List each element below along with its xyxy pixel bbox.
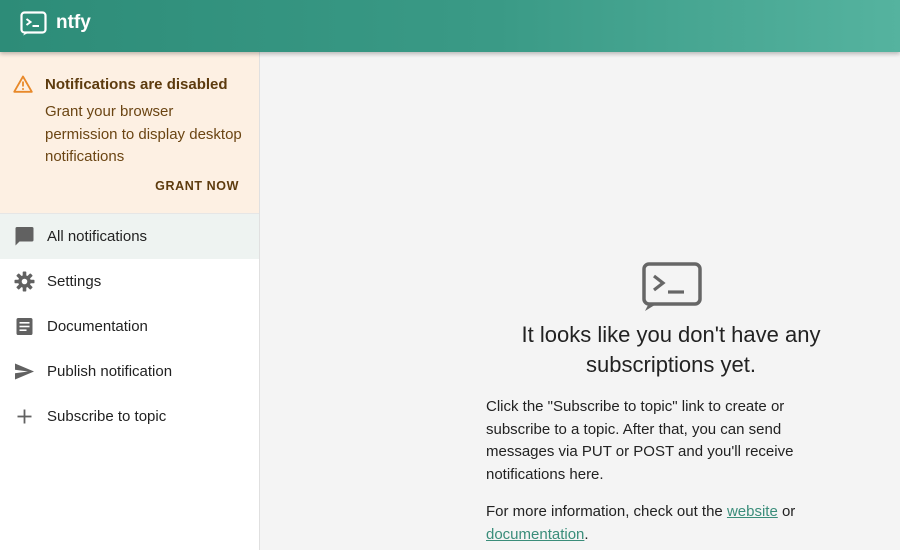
nav-documentation[interactable]: Documentation [0, 304, 259, 349]
notifications-disabled-alert: Notifications are disabled Grant your br… [0, 52, 259, 214]
alert-body: Grant your browser permission to display… [45, 103, 242, 165]
website-link[interactable]: website [727, 503, 778, 520]
gear-icon [14, 271, 35, 292]
sidebar: Notifications are disabled Grant your br… [0, 52, 260, 550]
chat-bubble-icon [15, 227, 34, 246]
terminal-icon [642, 262, 702, 311]
nav-label: Documentation [47, 318, 148, 335]
more-info-prefix: For more information, check out the [486, 503, 727, 520]
send-icon [15, 363, 34, 380]
main-content: It looks like you don't have any subscri… [260, 52, 900, 550]
more-info-mid: or [777, 503, 796, 520]
app-bar: ntfy [0, 0, 900, 52]
warning-icon [13, 75, 33, 93]
app-title[interactable]: ntfy [56, 12, 91, 34]
documentation-link[interactable]: documentation [486, 526, 584, 543]
nav-label: Subscribe to topic [47, 408, 167, 425]
nav-label: Publish notification [47, 363, 173, 380]
empty-state-title: It looks like you don't have any subscri… [521, 322, 821, 377]
grant-now-button[interactable]: GRANT NOW [155, 179, 239, 193]
nav-subscribe-to-topic[interactable]: Subscribe to topic [0, 394, 259, 439]
nav-all-notifications[interactable]: All notifications [0, 214, 259, 259]
empty-state-text: Click the "Subscribe to topic" link to c… [486, 398, 794, 483]
more-info-text: For more information, check out the webs… [486, 501, 826, 546]
terminal-icon[interactable] [20, 11, 47, 36]
nav-settings[interactable]: Settings [0, 259, 259, 304]
alert-title: Notifications are disabled [45, 76, 228, 93]
nav-label: Settings [47, 273, 102, 290]
plus-icon [17, 409, 32, 424]
nav-label: All notifications [47, 228, 148, 245]
document-icon [16, 318, 33, 335]
nav-publish-notification[interactable]: Publish notification [0, 349, 259, 394]
more-info-suffix: . [584, 525, 589, 543]
